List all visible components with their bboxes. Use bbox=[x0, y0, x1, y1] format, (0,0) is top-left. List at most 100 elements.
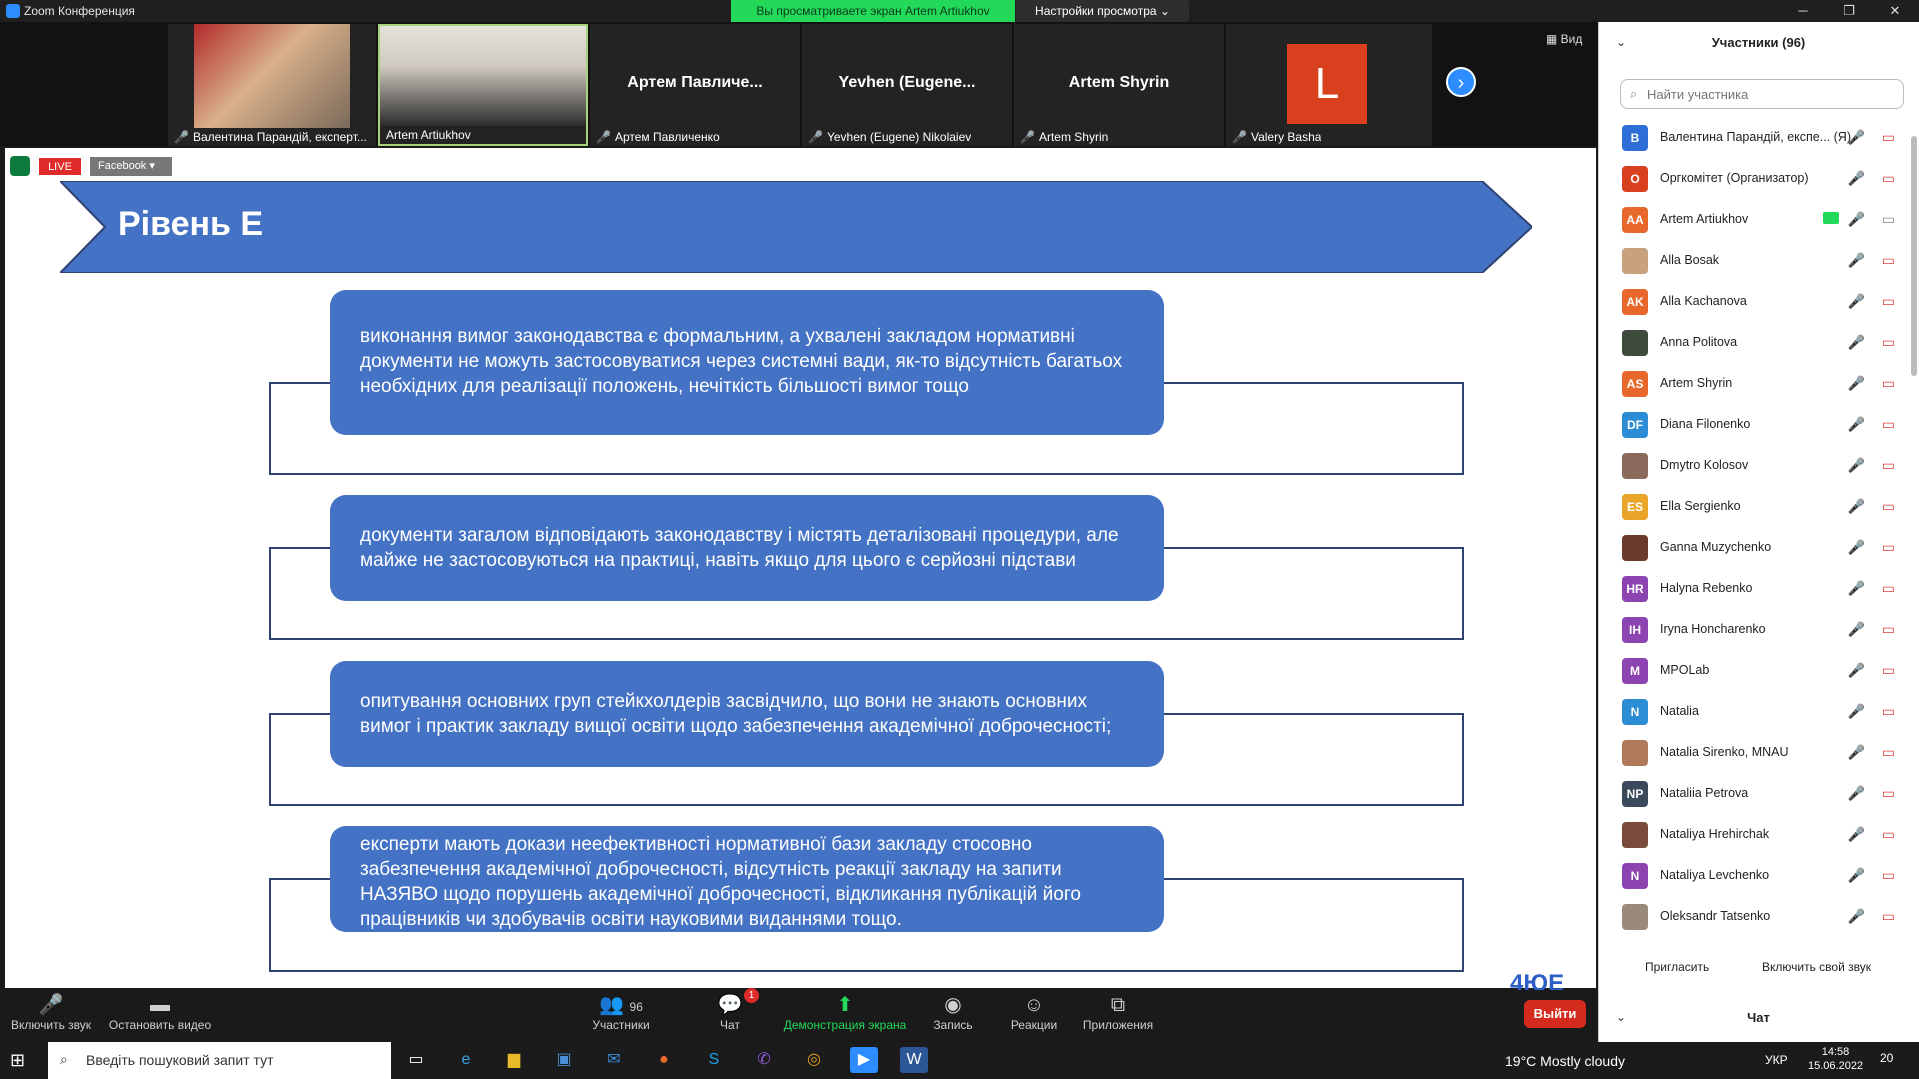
view-options-dropdown[interactable]: Настройки просмотра ⌄ bbox=[1016, 0, 1189, 22]
video-tile[interactable]: Артем Павличе... 🎤 Артем Павличенко bbox=[590, 24, 800, 146]
stop-video-button[interactable]: ▬ Остановить видео bbox=[106, 990, 214, 1042]
avatar: DF bbox=[1622, 412, 1648, 438]
video-off-icon: ▭ bbox=[1881, 867, 1895, 883]
zoom-app-icon[interactable]: ▶ bbox=[850, 1047, 878, 1073]
weather-widget[interactable]: 19°C Mostly cloudy bbox=[1505, 1053, 1625, 1069]
view-button[interactable]: ▦ Вид bbox=[1546, 32, 1582, 46]
close-window-button[interactable]: ✕ bbox=[1872, 0, 1918, 22]
participant-row[interactable]: Dmytro Kolosov 🎤 ▭ bbox=[1598, 444, 1909, 485]
avatar: HR bbox=[1622, 576, 1648, 602]
live-platform-dropdown[interactable]: Facebook ▾ bbox=[90, 157, 172, 176]
apps-button[interactable]: ⧉ Приложения bbox=[1078, 990, 1158, 1042]
participant-row[interactable]: О Оргкомітет (Организатор) 🎤 ▭ bbox=[1598, 157, 1909, 198]
word-icon[interactable]: W bbox=[900, 1047, 928, 1073]
participant-row[interactable]: NP Nataliia Petrova 🎤 ▭ bbox=[1598, 772, 1909, 813]
avatar: В bbox=[1622, 125, 1648, 151]
participant-avatar: L bbox=[1287, 44, 1367, 124]
reactions-button[interactable]: ☺ Реакции bbox=[1004, 990, 1064, 1042]
apps-icon: ⧉ bbox=[1110, 994, 1126, 1016]
maximize-button[interactable]: ❐ bbox=[1826, 0, 1872, 22]
video-tile[interactable]: 🎤 Валентина Парандій, експерт... bbox=[168, 24, 376, 146]
participant-row[interactable]: Anna Politova 🎤 ▭ bbox=[1598, 321, 1909, 362]
participant-row[interactable]: В Валентина Парандій, експе... (Я) 🎤 ▭ bbox=[1598, 116, 1909, 157]
viber-icon[interactable]: ✆ bbox=[750, 1047, 778, 1073]
video-tile[interactable]: L 🎤 Valery Basha bbox=[1226, 24, 1432, 146]
video-off-icon: ▭ bbox=[1881, 908, 1895, 924]
participant-row[interactable]: Ganna Muzychenko 🎤 ▭ bbox=[1598, 526, 1909, 567]
video-tile-active-speaker[interactable]: Artem Artiukhov bbox=[378, 24, 588, 146]
avatar: О bbox=[1622, 166, 1648, 192]
next-page-arrow-icon[interactable]: › bbox=[1446, 67, 1476, 97]
minimize-button[interactable]: ─ bbox=[1780, 0, 1826, 22]
chrome-icon[interactable]: ◎ bbox=[800, 1047, 828, 1073]
live-badge[interactable]: LIVE bbox=[38, 157, 82, 176]
participant-row[interactable]: N Natalia 🎤 ▭ bbox=[1598, 690, 1909, 731]
mic-muted-icon: 🎤 bbox=[1847, 662, 1865, 678]
taskbar-search-box[interactable]: Введіть пошуковий запит тут bbox=[48, 1042, 391, 1079]
participant-name: Alla Bosak bbox=[1660, 253, 1720, 267]
mic-muted-icon: 🎤 bbox=[1847, 703, 1865, 719]
participant-row[interactable]: N Nataliya Levchenko 🎤 ▭ bbox=[1598, 854, 1909, 895]
participant-row[interactable]: AS Artem Shyrin 🎤 ▭ bbox=[1598, 362, 1909, 403]
people-icon: 👥 96 bbox=[599, 994, 643, 1016]
input-language[interactable]: УКР bbox=[1765, 1053, 1788, 1067]
windows-start-icon[interactable]: ⊞ bbox=[10, 1050, 25, 1071]
mail-icon[interactable]: ✉ bbox=[600, 1047, 628, 1073]
share-screen-button[interactable]: ⬆ Демонстрация экрана bbox=[780, 990, 910, 1042]
video-tile[interactable]: Artem Shyrin 🎤 Artem Shyrin bbox=[1014, 24, 1224, 146]
leave-meeting-button[interactable]: Выйти bbox=[1524, 1000, 1586, 1028]
participant-row[interactable]: ES Ella Sergienko 🎤 ▭ bbox=[1598, 485, 1909, 526]
participant-row[interactable]: DF Diana Filonenko 🎤 ▭ bbox=[1598, 403, 1909, 444]
avatar: AS bbox=[1622, 371, 1648, 397]
screen-sharing-icon bbox=[1823, 212, 1839, 224]
participant-row[interactable]: Oleksandr Tatsenko 🎤 ▭ bbox=[1598, 895, 1909, 936]
video-off-icon: ▭ bbox=[1881, 129, 1895, 145]
participant-row[interactable]: AK Alla Kachanova 🎤 ▭ bbox=[1598, 280, 1909, 321]
participant-search-input[interactable] bbox=[1620, 79, 1904, 109]
participant-display-name: Yevhen (Eugene... bbox=[838, 74, 976, 91]
mic-muted-icon: 🎤 bbox=[1847, 457, 1865, 473]
participant-name: Nataliya Hrehirchak bbox=[1660, 827, 1770, 841]
skype-icon[interactable]: S bbox=[700, 1047, 728, 1073]
participant-row[interactable]: M MPOLab 🎤 ▭ bbox=[1598, 649, 1909, 690]
search-icon: ⌕ bbox=[1630, 86, 1638, 101]
video-off-icon: ▭ bbox=[1881, 498, 1895, 514]
chat-button[interactable]: 💬 1 Чат bbox=[710, 988, 759, 1042]
record-button[interactable]: ◉ Запись bbox=[928, 990, 978, 1042]
avatar: IH bbox=[1622, 617, 1648, 643]
unmute-me-button[interactable]: Включить свой звук bbox=[1762, 960, 1871, 974]
panel-scrollbar[interactable] bbox=[1911, 136, 1917, 376]
mic-muted-icon: 🎤 bbox=[38, 994, 64, 1016]
task-view-icon[interactable]: ▭ bbox=[402, 1047, 430, 1073]
participants-button[interactable]: 👥 96 Участники bbox=[586, 990, 656, 1042]
avatar bbox=[1622, 740, 1648, 766]
file-explorer-icon[interactable]: ▆ bbox=[500, 1047, 528, 1073]
participant-name: Artem Shyrin bbox=[1038, 130, 1109, 144]
participant-row[interactable]: Natalia Sirenko, MNAU 🎤 ▭ bbox=[1598, 731, 1909, 772]
video-off-icon: ▭ bbox=[1881, 375, 1895, 391]
zoom-logo-icon bbox=[6, 4, 20, 18]
unmute-button[interactable]: 🎤 Включить звук bbox=[6, 990, 96, 1042]
security-shield-icon[interactable] bbox=[10, 156, 30, 176]
participant-name: Natalia bbox=[1660, 704, 1699, 718]
participant-name: Valery Basha bbox=[1250, 130, 1322, 144]
video-tile[interactable]: Yevhen (Eugene... 🎤 Yevhen (Eugene) Nikol… bbox=[802, 24, 1012, 146]
mic-muted-icon: 🎤 bbox=[174, 130, 189, 144]
participant-row[interactable]: AA Artem Artiukhov 🎤 ▭ bbox=[1598, 198, 1909, 239]
notification-center-icon[interactable]: 20 bbox=[1880, 1051, 1893, 1065]
edge-browser-icon[interactable]: e bbox=[452, 1047, 480, 1073]
invite-button[interactable]: Пригласить bbox=[1645, 960, 1709, 974]
panel-title: Участники (96) bbox=[1711, 35, 1806, 50]
system-clock[interactable]: 14:58 15.06.2022 bbox=[1808, 1045, 1863, 1073]
slide-text-card: виконання вимог законодавства є формальн… bbox=[330, 290, 1164, 435]
firefox-icon[interactable]: ● bbox=[650, 1047, 678, 1073]
participant-name: Nataliia Petrova bbox=[1660, 786, 1749, 800]
store-icon[interactable]: ▣ bbox=[550, 1047, 578, 1073]
participant-row[interactable]: Nataliya Hrehirchak 🎤 ▭ bbox=[1598, 813, 1909, 854]
participant-row[interactable]: HR Halyna Rebenko 🎤 ▭ bbox=[1598, 567, 1909, 608]
participant-display-name: Артем Павличе... bbox=[627, 74, 763, 91]
participant-row[interactable]: IH Iryna Honcharenko 🎤 ▭ bbox=[1598, 608, 1909, 649]
avatar: N bbox=[1622, 863, 1648, 889]
mic-muted-icon: 🎤 bbox=[1847, 498, 1865, 514]
participant-row[interactable]: Alla Bosak 🎤 ▭ bbox=[1598, 239, 1909, 280]
